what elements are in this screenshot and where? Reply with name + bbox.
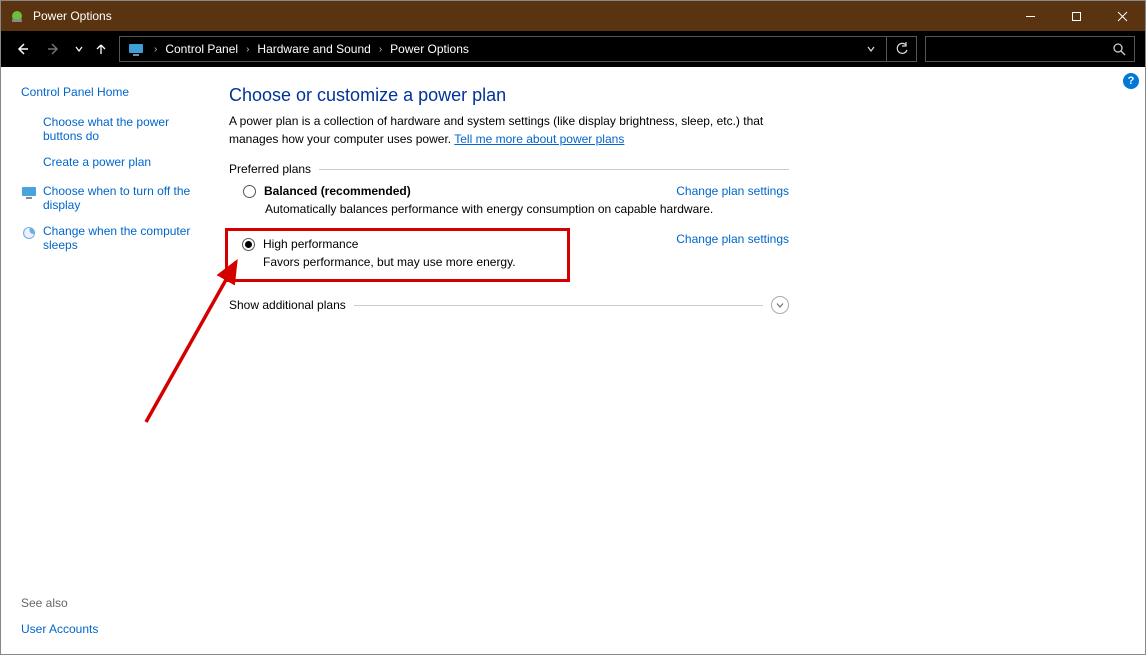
address-bar[interactable]: › Control Panel › Hardware and Sound › P… (119, 36, 917, 62)
maximize-button[interactable] (1053, 1, 1099, 31)
plan-name-high-performance[interactable]: High performance (263, 237, 358, 251)
up-button[interactable] (89, 35, 113, 63)
tell-me-more-link[interactable]: Tell me more about power plans (454, 132, 624, 146)
control-panel-icon (128, 41, 144, 57)
chevron-right-icon[interactable]: › (240, 44, 255, 55)
window-controls (1007, 1, 1145, 31)
control-panel-home-link[interactable]: Control Panel Home (21, 85, 201, 99)
change-settings-high-performance[interactable]: Change plan settings (676, 232, 789, 282)
main-pane: Choose or customize a power plan A power… (211, 67, 1145, 654)
recent-dropdown[interactable] (71, 35, 87, 63)
power-options-icon (9, 8, 25, 24)
see-also-user-accounts[interactable]: User Accounts (21, 622, 201, 636)
plan-name-balanced[interactable]: Balanced (recommended) (264, 184, 411, 198)
titlebar: Power Options (1, 1, 1145, 31)
close-button[interactable] (1099, 1, 1145, 31)
back-button[interactable] (7, 35, 37, 63)
page-title: Choose or customize a power plan (229, 85, 1115, 106)
navbar: › Control Panel › Hardware and Sound › P… (1, 31, 1145, 67)
forward-button[interactable] (39, 35, 69, 63)
preferred-plans-header: Preferred plans (229, 162, 789, 176)
plan-desc-high-performance: Favors performance, but may use more ene… (242, 251, 563, 269)
chevron-right-icon[interactable]: › (373, 44, 388, 55)
breadcrumb-control-panel[interactable]: Control Panel (163, 42, 240, 56)
chevron-down-icon[interactable] (771, 296, 789, 314)
sidebar-link-sleep[interactable]: Change when the computer sleeps (43, 224, 201, 252)
breadcrumb-power-options[interactable]: Power Options (388, 42, 471, 56)
sidebar-link-turn-off-display[interactable]: Choose when to turn off the display (43, 184, 201, 212)
change-settings-balanced[interactable]: Change plan settings (676, 184, 789, 198)
show-additional-plans[interactable]: Show additional plans (229, 296, 789, 314)
sleep-icon (21, 225, 37, 241)
see-also-label: See also (21, 596, 201, 614)
breadcrumb-hardware-sound[interactable]: Hardware and Sound (255, 42, 372, 56)
display-icon (21, 185, 37, 201)
content: ? Control Panel Home Choose what the pow… (1, 67, 1145, 654)
plan-desc-balanced: Automatically balances performance with … (265, 198, 745, 216)
refresh-button[interactable] (886, 37, 916, 61)
minimize-button[interactable] (1007, 1, 1053, 31)
chevron-right-icon[interactable]: › (148, 44, 163, 55)
page-description: A power plan is a collection of hardware… (229, 112, 789, 148)
address-dropdown[interactable] (856, 37, 886, 61)
radio-balanced[interactable] (243, 185, 256, 198)
plan-row-balanced: Balanced (recommended) Change plan setti… (229, 176, 789, 198)
sidebar-link-power-buttons[interactable]: Choose what the power buttons do (43, 115, 201, 143)
radio-high-performance[interactable] (242, 238, 255, 251)
highlight-box: High performance Favors performance, but… (225, 228, 570, 282)
sidebar-link-create-plan[interactable]: Create a power plan (43, 155, 151, 169)
sidebar: Control Panel Home Choose what the power… (1, 67, 211, 654)
window-title: Power Options (33, 9, 112, 23)
search-input[interactable] (925, 36, 1135, 62)
search-icon (1113, 43, 1126, 56)
